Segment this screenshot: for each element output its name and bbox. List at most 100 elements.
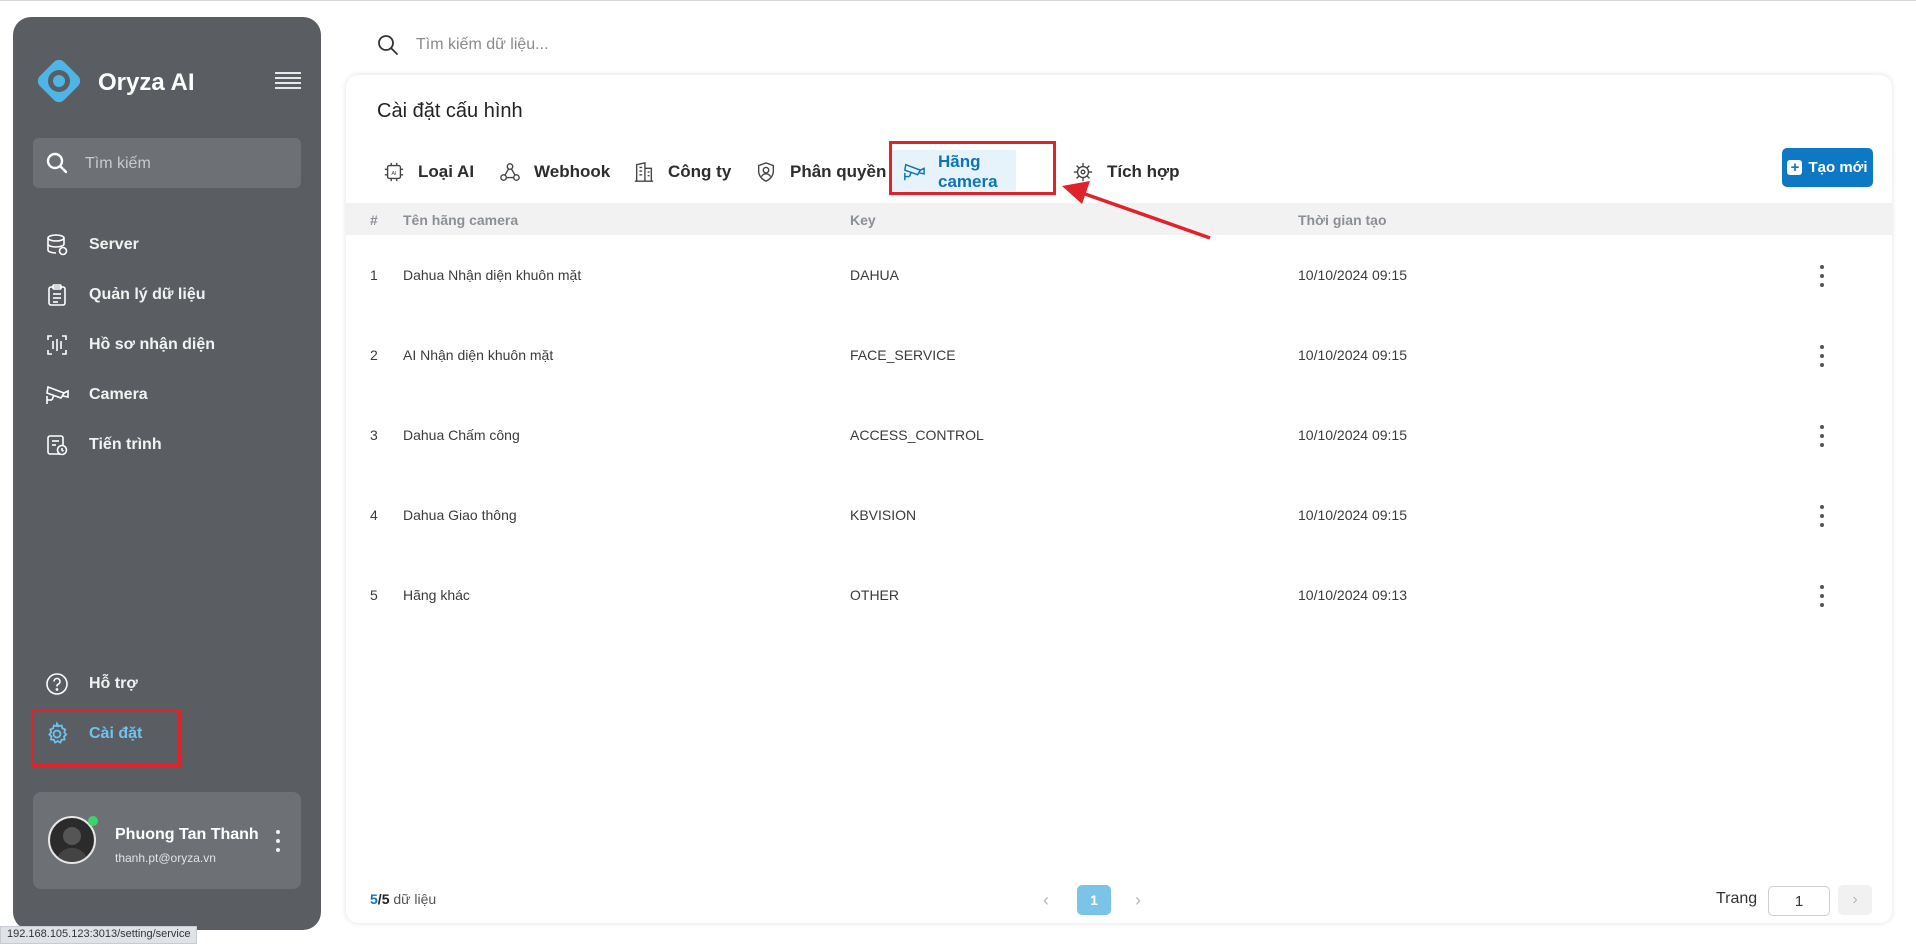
page-jump-input[interactable] [1768,886,1830,916]
table-row[interactable]: 4 Dahua Giao thông KBVISION 10/10/2024 0… [346,475,1892,555]
sidebar-item-server[interactable]: Server [33,225,301,265]
created-time: 10/10/2024 09:15 [1298,347,1407,363]
top-border [0,0,1916,1]
sidebar-item-label: Tiến trình [89,436,162,453]
ai-chip-icon: AI [382,160,406,184]
search-icon [46,152,68,174]
count-suffix: dữ liệu [389,891,437,907]
tab-highlight-box [889,141,1056,195]
table-header: # Tên hãng camera Key Thời gian tạo [346,203,1892,235]
camera-brand-key: OTHER [850,587,899,603]
global-search [370,26,970,64]
tab-ai-types[interactable]: AI Loại AI [382,150,474,194]
integration-gear-icon [1071,160,1095,184]
building-icon [632,160,656,184]
sidebar-item-label: Server [89,236,139,253]
create-new-label: Tạo mới [1808,159,1868,176]
sidebar-item-support[interactable]: Hỗ trợ [33,664,301,704]
sidebar: Oryza AI Server Quản lý dữ liệu [13,17,321,930]
tab-label: Công ty [668,162,732,181]
user-more-options-icon[interactable] [273,830,283,852]
camera-brand-key: KBVISION [850,507,917,523]
prev-page-icon[interactable]: ‹ [1043,890,1049,911]
camera-brand-name: Dahua Chấm công [403,427,520,443]
create-new-button[interactable]: + Tạo mới [1782,148,1873,187]
camera-brand-key: DAHUA [850,267,900,283]
sidebar-search-input[interactable] [83,138,297,190]
settings-highlight-box [31,709,181,767]
user-shield-icon [754,160,778,184]
row-index: 3 [370,427,378,443]
row-more-options-icon[interactable] [1816,505,1828,527]
face-scan-icon [42,330,72,360]
table-row[interactable]: 1 Dahua Nhận diện khuôn mặt DAHUA 10/10/… [346,235,1892,315]
online-status-dot [88,816,98,826]
tab-permissions[interactable]: Phân quyền [754,150,886,194]
sidebar-item-label: Quản lý dữ liệu [89,286,206,303]
column-header: # [370,212,378,228]
created-time: 10/10/2024 09:15 [1298,427,1407,443]
table-row[interactable]: 3 Dahua Chấm công ACCESS_CONTROL 10/10/2… [346,395,1892,475]
next-page-icon[interactable]: › [1135,890,1141,911]
sidebar-item-label: Hồ sơ nhận diện [89,336,216,353]
user-email: thanh.pt@oryza.vn [115,851,216,865]
tab-label: Tích hợp [1107,162,1180,181]
camera-brand-name: Dahua Nhận diện khuôn mặt [403,267,582,283]
row-more-options-icon[interactable] [1816,345,1828,367]
status-bar-url: 192.168.105.123:3013/setting/service [0,926,198,944]
sidebar-search [33,138,301,190]
row-index: 4 [370,507,378,523]
hamburger-menu-icon[interactable] [275,72,301,92]
global-search-input[interactable] [414,26,938,64]
sidebar-item-camera[interactable]: Camera [33,375,301,415]
row-more-options-icon[interactable] [1816,425,1828,447]
task-schedule-icon [42,430,72,460]
tab-label: Phân quyền [790,162,887,181]
page-number-button[interactable]: 1 [1077,885,1111,915]
go-page-arrow-icon[interactable]: › [1838,885,1872,915]
search-icon [378,35,398,55]
row-more-options-icon[interactable] [1816,585,1828,607]
oryza-logo-icon [33,55,85,107]
tab-company[interactable]: Công ty [632,150,731,194]
column-header: Tên hãng camera [403,212,519,228]
table-row[interactable]: 5 Hãng khác OTHER 10/10/2024 09:13 [346,555,1892,635]
camera-brand-name: AI Nhận diện khuôn mặt [403,347,554,363]
row-more-options-icon[interactable] [1816,265,1828,287]
tab-webhook[interactable]: Webhook [498,150,610,194]
clipboard-icon [42,280,72,310]
database-icon [42,230,72,260]
cctv-camera-icon [42,380,72,410]
tab-label: Loại AI [418,162,475,181]
sidebar-item-label: Hỗ trợ [89,675,138,692]
page-label: Trang [1716,890,1758,907]
created-time: 10/10/2024 09:13 [1298,587,1407,603]
page-title: Cài đặt cấu hình [377,100,523,122]
row-index: 2 [370,347,378,363]
tab-integration[interactable]: Tích hợp [1071,150,1180,194]
row-index: 5 [370,587,378,603]
sidebar-item-recognition-profiles[interactable]: Hồ sơ nhận diện [33,325,301,365]
count-shown: 5 [370,891,378,907]
camera-brand-key: ACCESS_CONTROL [850,427,984,443]
column-header: Thời gian tạo [1298,212,1387,228]
sidebar-item-processes[interactable]: Tiến trình [33,425,301,465]
user-card[interactable]: Phuong Tan Thanh thanh.pt@oryza.vn [33,792,301,889]
sidebar-item-label: Camera [89,386,148,403]
sidebar-item-data-management[interactable]: Quản lý dữ liệu [33,275,301,315]
row-index: 1 [370,267,378,283]
camera-brand-name: Dahua Giao thông [403,507,517,523]
record-count: 5/5 dữ liệu [370,891,436,907]
plus-icon: + [1787,160,1803,175]
tab-label: Webhook [534,162,611,181]
created-time: 10/10/2024 09:15 [1298,507,1407,523]
brand-name: Oryza AI [98,69,195,96]
table-row[interactable]: 2 AI Nhận diện khuôn mặt FACE_SERVICE 10… [346,315,1892,395]
created-time: 10/10/2024 09:15 [1298,267,1407,283]
settings-panel: Cài đặt cấu hình AI Loại AI Webhook Công… [346,75,1892,923]
svg-text:AI: AI [391,171,397,177]
column-header: Key [850,212,876,228]
user-name: Phuong Tan Thanh [115,826,259,843]
help-icon [42,669,72,699]
camera-brand-key: FACE_SERVICE [850,347,956,363]
